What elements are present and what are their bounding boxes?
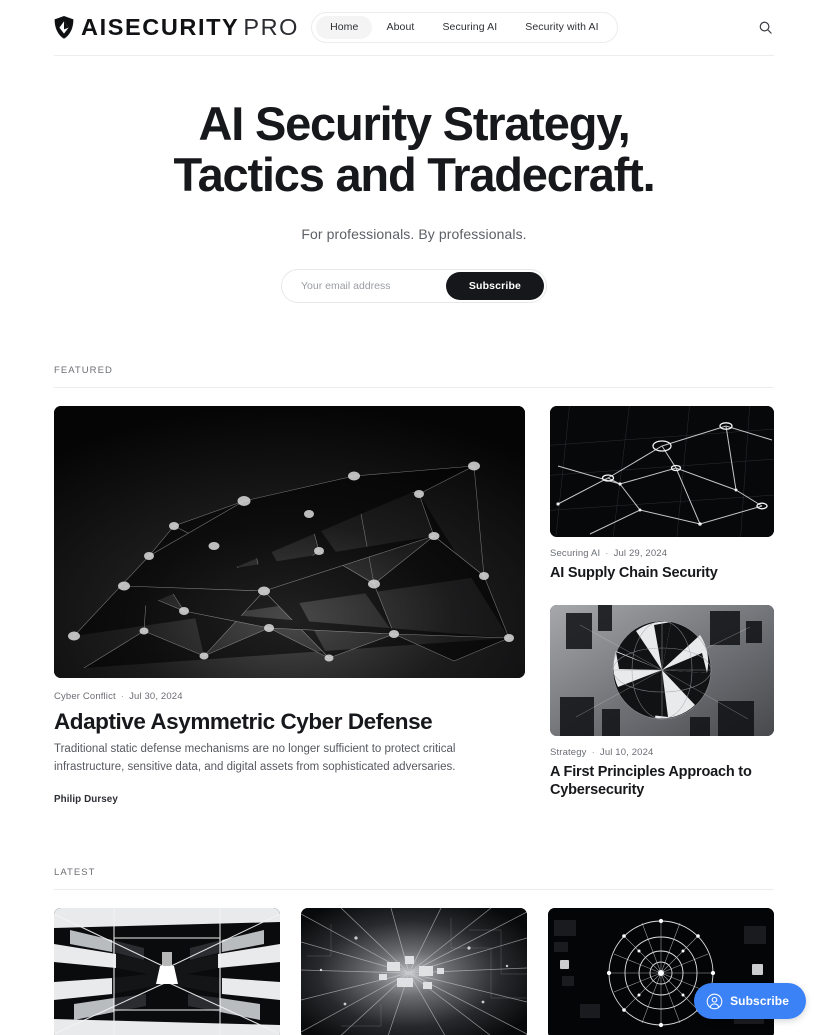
brand-logo[interactable]: AISECURITY PRO [54,13,300,40]
site-header: AISECURITY PRO Home About Securing AI Se… [0,0,828,55]
featured-side-title-2[interactable]: A First Principles Approach to Cybersecu… [550,763,774,800]
featured-side-meta-1: Securing AI · Jul 29, 2024 [550,548,774,559]
hero-section: AI Security Strategy, Tactics and Tradec… [0,56,828,303]
meta-separator: · [120,691,125,702]
meta-separator: · [591,746,595,758]
featured-side-image-2[interactable] [550,604,774,736]
page-title: AI Security Strategy, Tactics and Tradec… [94,100,734,198]
primary-nav: Home About Securing AI Security with AI [311,12,618,43]
subscribe-button[interactable]: Subscribe [445,272,544,300]
content-wrapper: FEATURED Cyber Conflict · Jul 30, 2024 A… [0,365,828,1035]
featured-main-author: Philip Dursey [54,793,118,805]
featured-main-meta: Cyber Conflict · Jul 30, 2024 [54,691,525,702]
featured-side-article-2[interactable]: Strategy · Jul 10, 2024 A First Principl… [550,604,774,800]
latest-article-2[interactable]: Governance · Aug 15, 2024 MIT’s AI Risk … [301,907,527,1035]
article-date: Jul 29, 2024 [613,548,668,559]
featured-main-article[interactable]: Cyber Conflict · Jul 30, 2024 Adaptive A… [54,406,525,805]
email-input[interactable] [282,270,446,302]
featured-grid: Cyber Conflict · Jul 30, 2024 Adaptive A… [54,406,774,805]
featured-eyebrow: FEATURED [54,365,113,376]
latest-image-2[interactable] [301,907,527,1035]
brand-name-strong: AISECURITY [81,13,240,40]
nav-item-home[interactable]: Home [316,16,373,39]
article-tag[interactable]: Strategy [550,747,587,758]
article-date: Jul 30, 2024 [129,691,183,702]
latest-eyebrow: LATEST [54,866,96,878]
user-circle-icon [706,993,723,1009]
featured-section-header: FEATURED [54,365,774,388]
article-tag[interactable]: Securing AI [550,548,600,559]
shield-icon [54,16,74,39]
featured-side-column: Securing AI · Jul 29, 2024 AI Supply Cha… [550,406,774,805]
featured-side-image-1[interactable] [550,406,774,537]
search-button[interactable] [752,15,778,41]
hero-title-line-1: AI Security Strategy, [198,97,630,150]
article-tag[interactable]: Cyber Conflict [54,691,116,702]
latest-section-header: LATEST [54,867,774,890]
meta-separator: · [605,548,609,559]
featured-main-title[interactable]: Adaptive Asymmetric Cyber Defense [54,708,525,735]
featured-main-image[interactable] [54,406,525,678]
nav-item-security-with-ai[interactable]: Security with AI [511,16,612,39]
latest-image-1[interactable] [54,907,280,1035]
portal-subscribe-button[interactable]: Subscribe [694,983,806,1019]
latest-grid: Oct 1, 2024 Asymmetric Cyber Defense thr… [54,907,774,1035]
header-divider [54,55,774,56]
nav-item-securing-ai[interactable]: Securing AI [428,16,511,39]
featured-side-article-1[interactable]: Securing AI · Jul 29, 2024 AI Supply Cha… [550,406,774,583]
featured-side-title-1[interactable]: AI Supply Chain Security [550,564,774,583]
hero-subscribe-form: Subscribe [281,269,547,303]
hero-title-line-2: Tactics and Tradecraft. [173,148,656,201]
brand-name-light: PRO [243,13,300,40]
search-icon [759,21,772,34]
nav-item-about[interactable]: About [372,16,428,39]
featured-side-meta-2: Strategy · Jul 10, 2024 [550,747,774,758]
hero-subtitle: For professionals. By professionals. [301,226,527,242]
article-date: Jul 10, 2024 [599,746,654,758]
latest-article-1[interactable]: Oct 1, 2024 Asymmetric Cyber Defense thr… [54,907,280,1035]
featured-main-excerpt: Traditional static defense mechanisms ar… [54,743,456,773]
portal-subscribe-label: Subscribe [730,994,789,1008]
